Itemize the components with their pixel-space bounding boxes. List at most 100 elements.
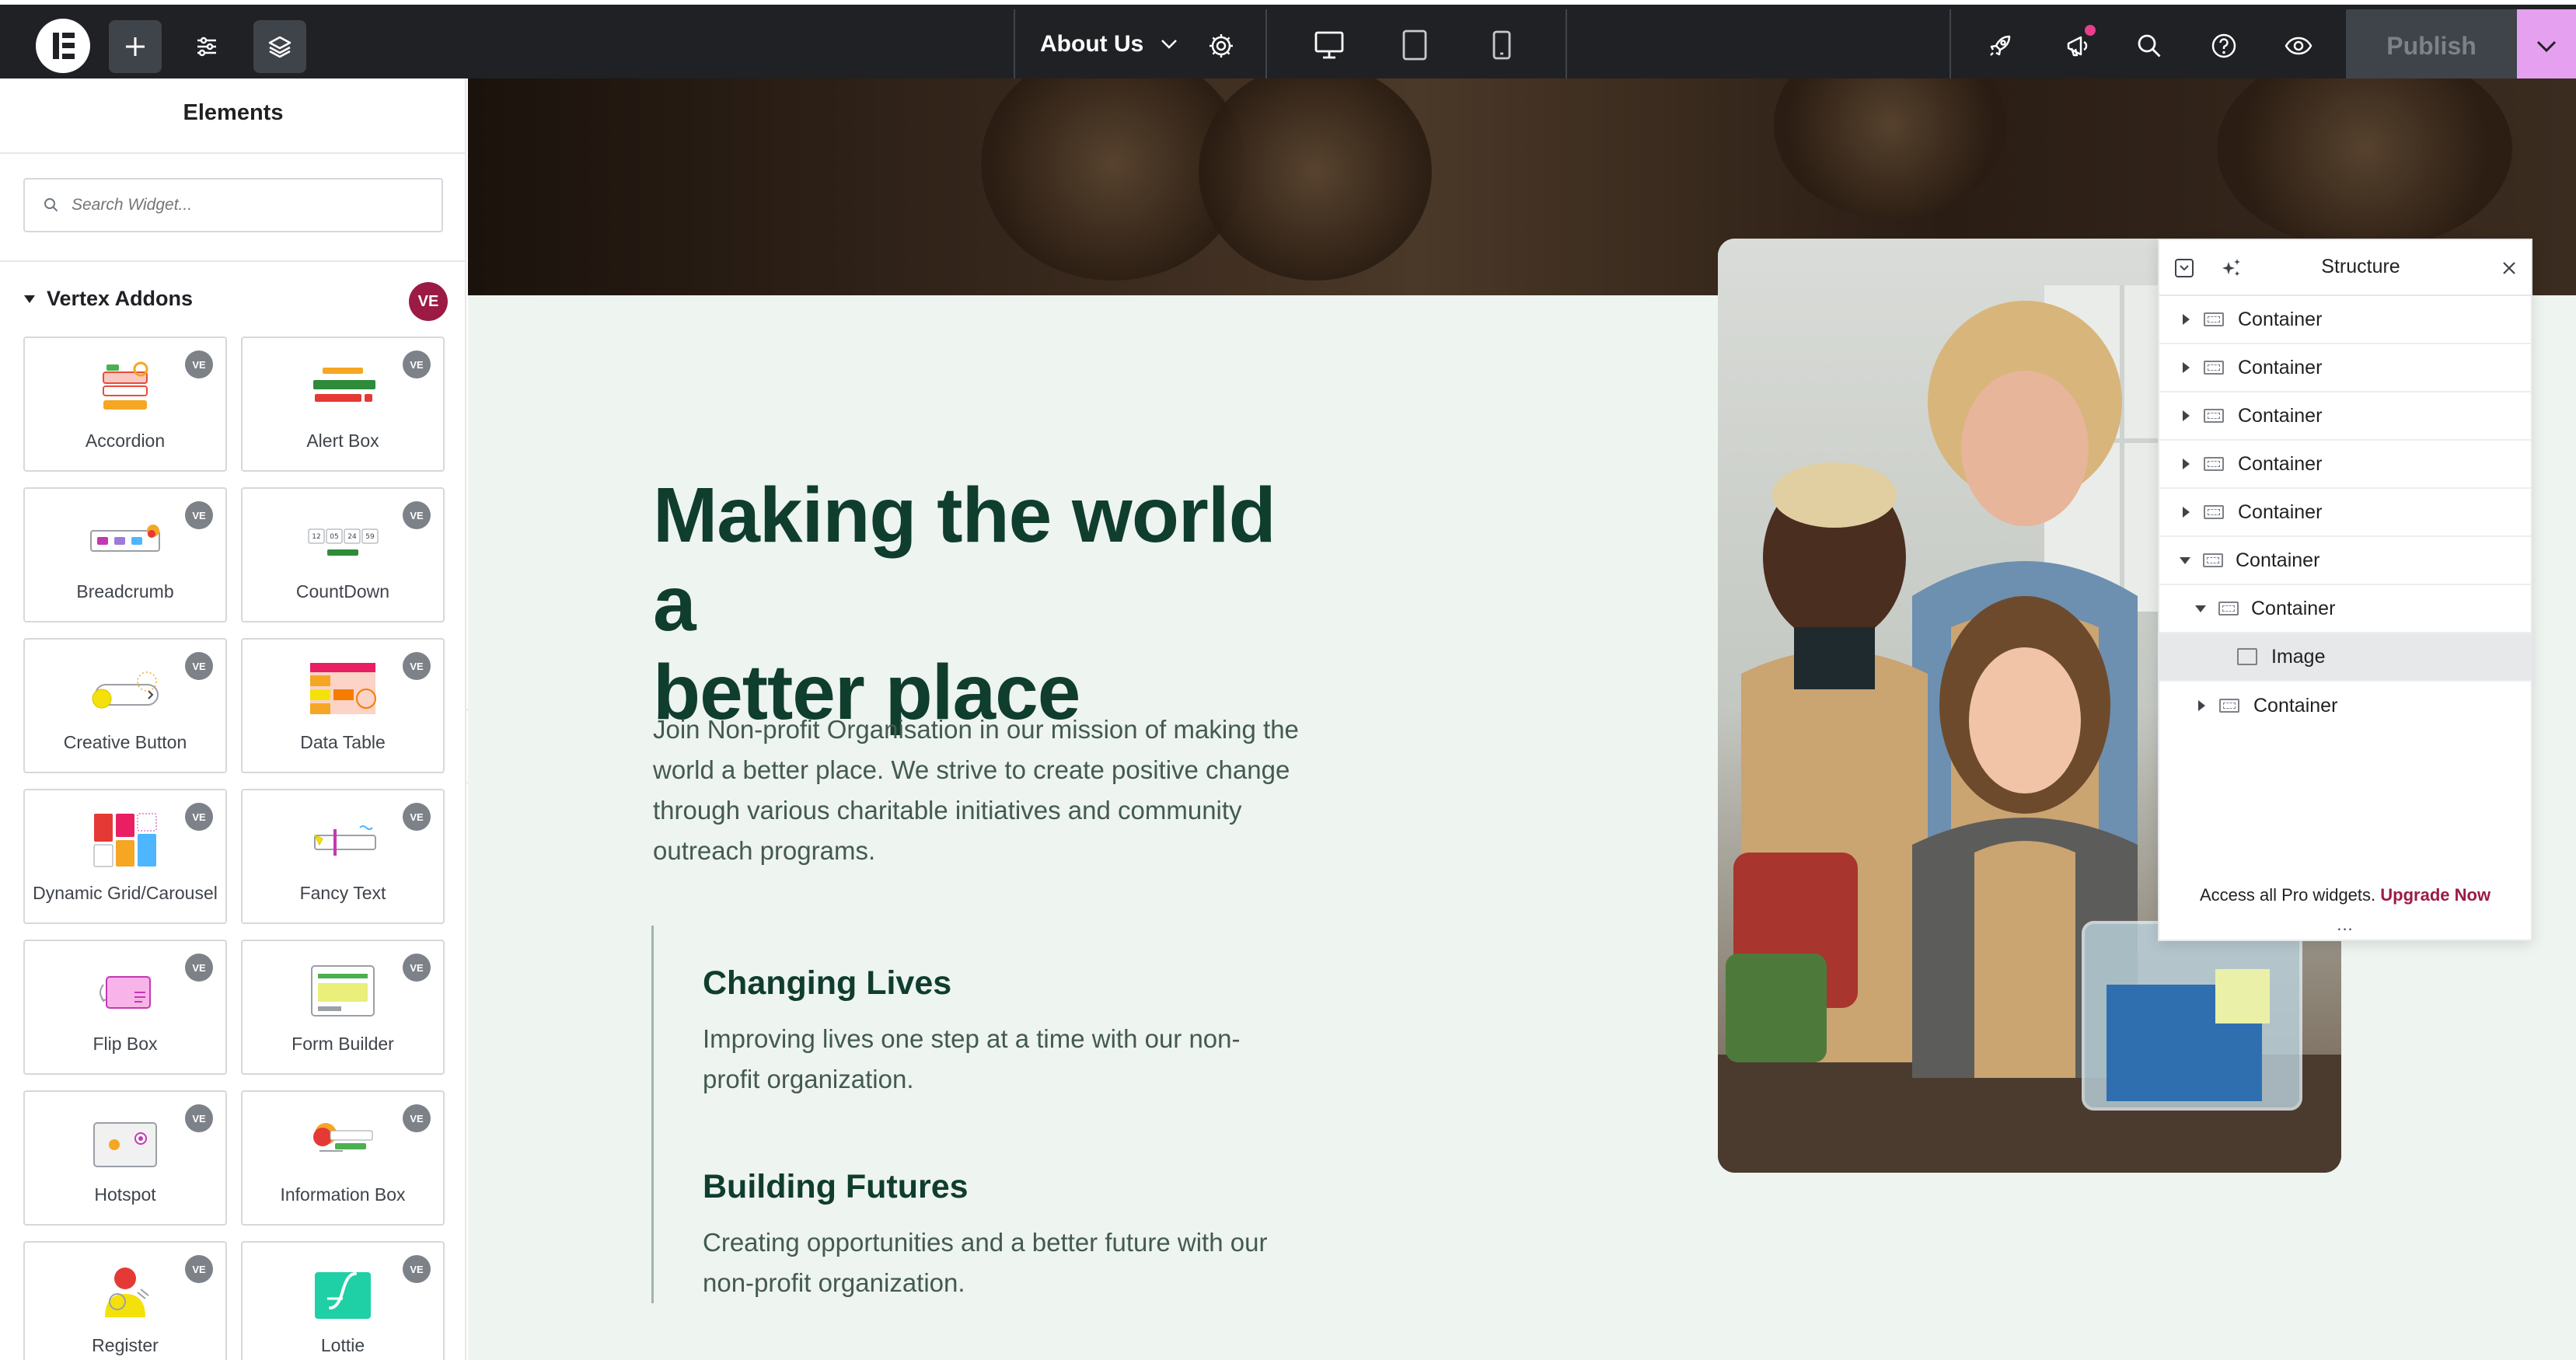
container-icon <box>2204 505 2224 519</box>
navigator-row-container[interactable]: Container <box>2159 392 2531 441</box>
chevron-down-icon <box>1161 40 1178 49</box>
publish-button[interactable]: Publish <box>2346 9 2517 83</box>
divider <box>0 260 465 262</box>
creative-button-icon <box>92 671 159 709</box>
widget-badge: VE <box>185 1104 213 1132</box>
container-icon <box>2204 409 2224 423</box>
preview-button[interactable] <box>2281 28 2316 64</box>
navigator-footer: Access all Pro widgets. Upgrade Now <box>2159 885 2531 905</box>
navigator-row-label: Container <box>2238 500 2323 523</box>
caret-right-icon[interactable] <box>2183 410 2190 421</box>
widget-dynamic-grid[interactable]: VE Dynamic Grid/Carousel <box>23 789 227 924</box>
close-icon[interactable] <box>2501 260 2517 276</box>
navigator-row-label: Container <box>2238 356 2323 378</box>
vertex-addons-badge: VE <box>409 282 448 321</box>
caret-down-icon[interactable] <box>2195 605 2206 612</box>
help-icon <box>2211 33 2236 58</box>
tablet-view-button[interactable] <box>1396 26 1433 64</box>
caret-right-icon[interactable] <box>2183 459 2190 469</box>
category-toggle-vertex-addons[interactable]: Vertex Addons <box>23 287 193 311</box>
widget-badge: VE <box>403 501 431 529</box>
navigator-row-label: Container <box>2238 452 2323 475</box>
publish-options-button[interactable] <box>2517 9 2576 83</box>
panel-title: Elements <box>183 100 284 125</box>
elementor-logo-button[interactable] <box>36 19 90 73</box>
breadcrumb-icon <box>90 525 160 552</box>
widget-accordion[interactable]: VE Accordion <box>23 337 227 472</box>
lottie-icon <box>315 1272 371 1319</box>
widget-label: Fancy Text <box>299 883 386 903</box>
fancy-text-icon <box>313 825 376 856</box>
caret-right-icon[interactable] <box>2183 507 2190 518</box>
countdown-icon: 12 05 24 59 <box>308 528 379 556</box>
plus-icon <box>126 37 145 56</box>
editor-canvas[interactable]: Making the world a better place Join Non… <box>468 78 2576 1360</box>
widget-information-box[interactable]: VE Information Box <box>241 1090 445 1226</box>
widget-register[interactable]: VE Register <box>23 1241 227 1360</box>
search-widget-field[interactable] <box>23 178 443 232</box>
form-builder-icon <box>311 965 375 1017</box>
site-settings-button[interactable] <box>180 20 233 73</box>
navigator-row-container[interactable]: Container <box>2159 682 2531 730</box>
help-button[interactable] <box>2206 28 2242 64</box>
caret-right-icon[interactable] <box>2183 362 2190 373</box>
feature-title[interactable]: Changing Lives <box>703 964 951 1003</box>
widget-lottie[interactable]: VE Lottie <box>241 1241 445 1360</box>
hero-heading[interactable]: Making the world a better place <box>653 471 1337 737</box>
widget-creative-button[interactable]: VE Creative Button <box>23 638 227 773</box>
feature-text[interactable]: Improving lives one step at a time with … <box>703 1019 1293 1100</box>
navigator-row-container[interactable]: Container <box>2159 489 2531 537</box>
countdown-digit: 05 <box>330 533 338 541</box>
countdown-digit: 24 <box>347 533 357 541</box>
widget-hotspot[interactable]: VE Hotspot <box>23 1090 227 1226</box>
widget-countdown[interactable]: 12 05 24 59 VE CountDown <box>241 487 445 622</box>
widget-flip-box[interactable]: VE Flip Box <box>23 940 227 1075</box>
heading-line: Making the world a <box>653 472 1276 647</box>
feature-text[interactable]: Creating opportunities and a better futu… <box>703 1222 1293 1303</box>
desktop-icon <box>1314 31 1344 59</box>
caret-right-icon[interactable] <box>2183 314 2190 325</box>
mobile-view-button[interactable] <box>1483 26 1520 64</box>
widget-label: Alert Box <box>306 431 379 451</box>
launchpad-button[interactable] <box>1982 28 2018 64</box>
widget-badge: VE <box>185 803 213 831</box>
flip-box-icon <box>99 976 151 1009</box>
navigator-row-image[interactable]: Image <box>2159 633 2531 682</box>
top-bar: About Us Publish <box>0 0 2576 83</box>
divider <box>1949 9 1951 83</box>
intro-paragraph[interactable]: Join Non-profit Organisation in our miss… <box>653 710 1321 871</box>
caret-right-icon[interactable] <box>2198 700 2205 711</box>
finder-button[interactable] <box>2131 28 2167 64</box>
container-icon <box>2218 602 2239 615</box>
layers-icon <box>268 36 291 58</box>
add-element-button[interactable] <box>109 20 162 73</box>
caret-down-icon[interactable] <box>2180 556 2190 564</box>
widget-badge: VE <box>403 803 431 831</box>
widget-breadcrumb[interactable]: VE Breadcrumb <box>23 487 227 622</box>
navigator-row-container[interactable]: Container <box>2159 585 2531 633</box>
navigator-row-container[interactable]: Container <box>2159 344 2531 392</box>
feature-title[interactable]: Building Futures <box>703 1168 969 1206</box>
page-title-dropdown[interactable]: About Us <box>1040 31 1178 58</box>
page-settings-button[interactable] <box>1203 28 1239 64</box>
tablet-icon <box>1402 30 1427 61</box>
upgrade-now-link[interactable]: Upgrade Now <box>2380 885 2490 905</box>
category-label: Vertex Addons <box>47 287 194 310</box>
widget-form-builder[interactable]: VE Form Builder <box>241 940 445 1075</box>
dynamic-grid-icon <box>93 813 157 867</box>
navigator-row-container[interactable]: Container <box>2159 441 2531 489</box>
navigator-row-container[interactable]: Container <box>2159 537 2531 585</box>
widget-label: Creative Button <box>63 732 187 752</box>
container-icon <box>2204 457 2224 471</box>
navigator-row-container[interactable]: Container <box>2159 296 2531 344</box>
widget-fancy-text[interactable]: VE Fancy Text <box>241 789 445 924</box>
page-title: About Us <box>1040 31 1144 57</box>
widget-data-table[interactable]: VE Data Table <box>241 638 445 773</box>
structure-toggle-button[interactable] <box>253 20 306 73</box>
resize-handle[interactable]: ... <box>2159 915 2531 935</box>
navigator-row-label: Container <box>2236 549 2320 571</box>
search-input[interactable] <box>72 196 429 214</box>
widget-alert-box[interactable]: VE Alert Box <box>241 337 445 472</box>
divider <box>1565 9 1567 83</box>
desktop-view-button[interactable] <box>1311 26 1348 64</box>
